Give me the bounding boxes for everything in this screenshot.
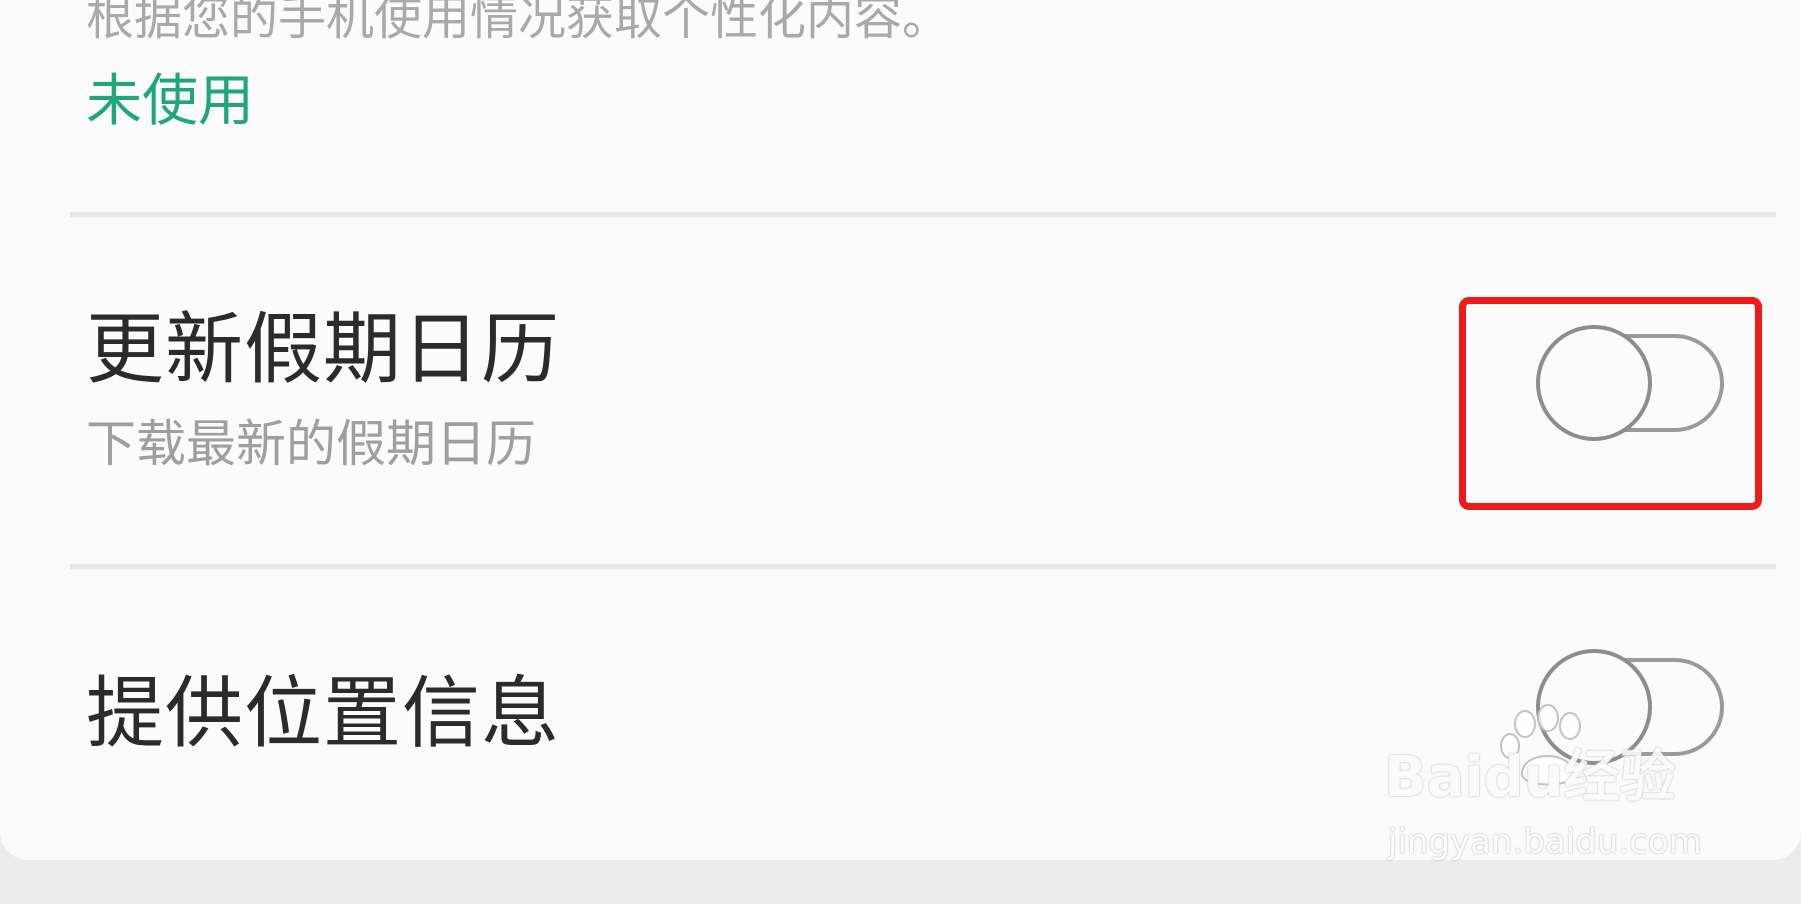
- setting-row-update-holiday-calendar[interactable]: 更新假期日历 下载最新的假期日历: [0, 220, 1801, 562]
- setting-subtitle: 下载最新的假期日历: [86, 415, 536, 473]
- provide-location-toggle[interactable]: [1536, 649, 1732, 765]
- toggle-knob: [1536, 325, 1652, 441]
- divider: [70, 564, 1776, 569]
- update-holiday-calendar-toggle[interactable]: [1536, 325, 1732, 441]
- previous-item-status: 未使用: [86, 69, 254, 134]
- divider: [70, 212, 1776, 217]
- settings-panel: 根据您的手机使用情况获取个性化内容。 未使用 更新假期日历 下载最新的假期日历 …: [0, 0, 1801, 860]
- toggle-knob: [1536, 649, 1652, 765]
- setting-title: 提供位置信息: [86, 669, 561, 759]
- previous-item-description: 根据您的手机使用情况获取个性化内容。: [86, 0, 951, 46]
- setting-title: 更新假期日历: [86, 305, 561, 395]
- setting-row-provide-location[interactable]: 提供位置信息: [0, 570, 1801, 860]
